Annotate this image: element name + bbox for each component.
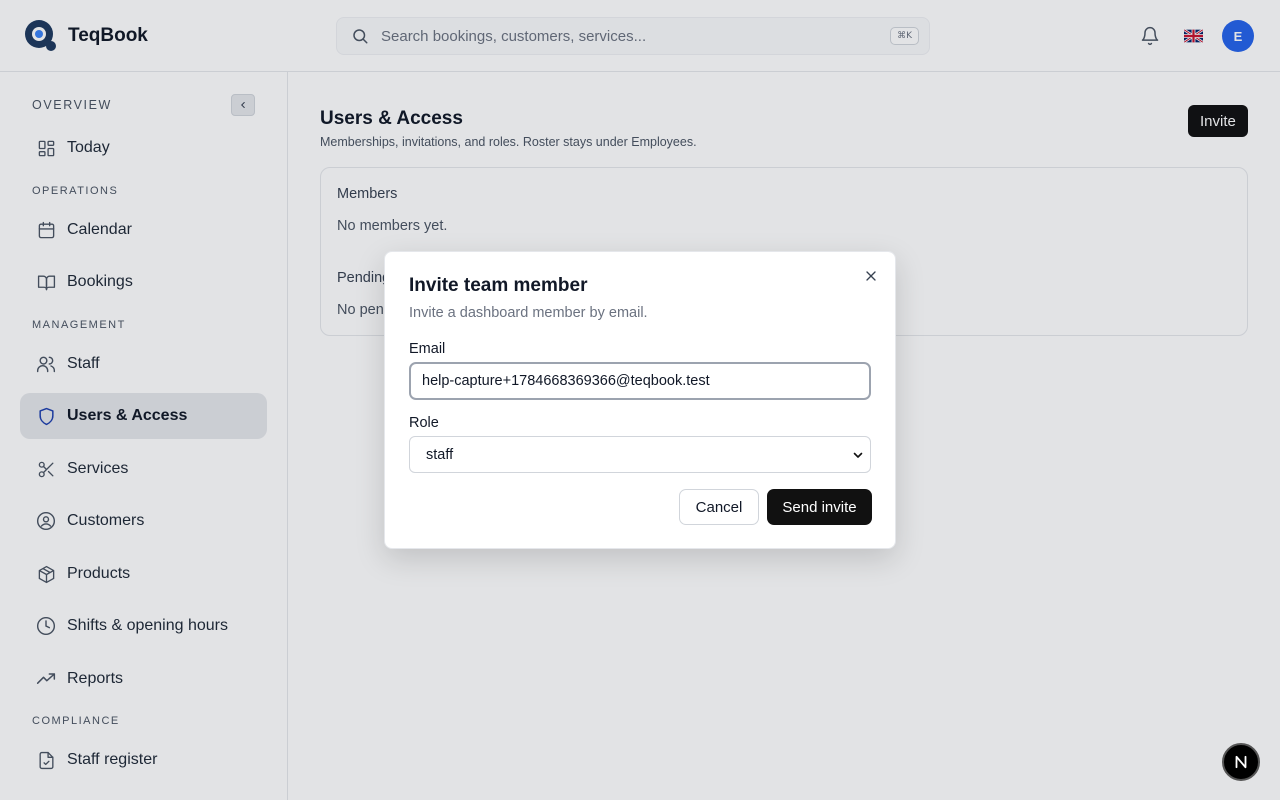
role-label: Role <box>409 415 439 431</box>
chevron-down-icon <box>852 449 864 461</box>
send-invite-button[interactable]: Send invite <box>767 489 872 525</box>
nextjs-dev-indicator-icon[interactable] <box>1222 743 1260 781</box>
role-select[interactable]: staff <box>409 436 871 473</box>
dialog-title: Invite team member <box>409 275 588 296</box>
dialog-description: Invite a dashboard member by email. <box>409 305 648 321</box>
cancel-button[interactable]: Cancel <box>679 489 759 525</box>
invite-dialog: Invite team member Invite a dashboard me… <box>384 251 896 549</box>
email-field[interactable] <box>409 362 871 400</box>
email-label: Email <box>409 341 446 357</box>
close-icon[interactable] <box>863 268 879 284</box>
role-selected-value: staff <box>426 446 454 463</box>
